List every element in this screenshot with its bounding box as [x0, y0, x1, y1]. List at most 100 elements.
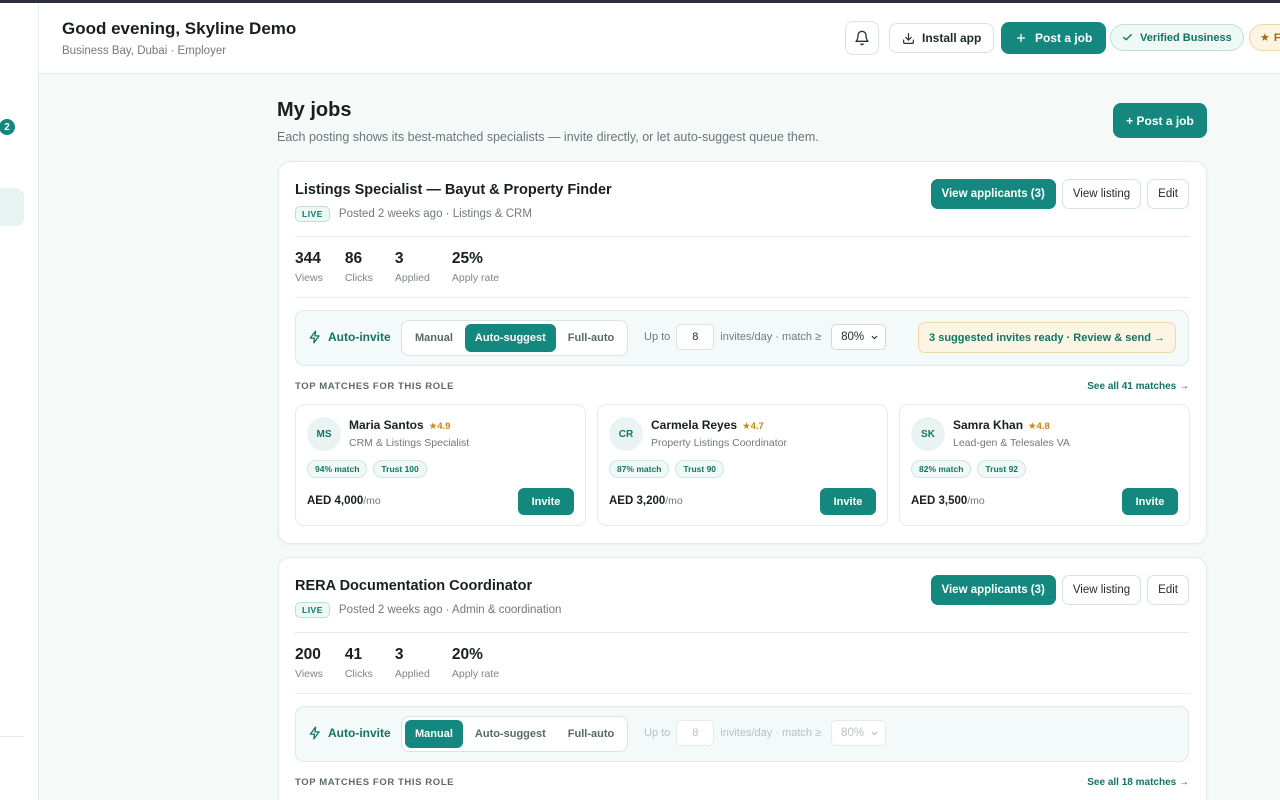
candidate-name[interactable]: Samra Khan — [953, 418, 1023, 432]
install-app-button[interactable]: Install app — [889, 23, 995, 53]
trust-score-badge: Trust 90 — [675, 460, 725, 478]
edit-button[interactable]: Edit — [1147, 575, 1189, 605]
verified-business-label: Verified Business — [1140, 31, 1232, 44]
auto-invite-bar: Auto-invite Manual Auto-suggest Full-aut… — [295, 706, 1189, 762]
suggested-invites-ready-button[interactable]: 3 suggested invites ready · Review & sen… — [918, 322, 1176, 353]
check-icon — [1123, 34, 1132, 41]
divider — [295, 693, 1190, 694]
job-title[interactable]: RERA Documentation Coordinator — [295, 578, 532, 594]
stat-label: Views — [295, 272, 323, 284]
top-matches-heading: TOP MATCHES FOR THIS ROLE — [295, 381, 455, 392]
stat-label: Applied — [394, 272, 430, 284]
view-applicants-button[interactable]: View applicants (3) — [930, 575, 1056, 605]
page-title: My jobs — [277, 99, 352, 121]
featured-label: Fe — [1273, 31, 1280, 44]
match-threshold-select: 80% — [831, 720, 887, 746]
stat-views: 344 Views — [295, 250, 323, 284]
rate-period: /mo — [363, 495, 381, 507]
job-title[interactable]: Listings Specialist — Bayut & Property F… — [295, 182, 612, 198]
verified-business-badge: Verified Business — [1110, 24, 1244, 51]
job-stats: 344 Views 86 Clicks 3 Applied 25% Apply rate — [295, 250, 499, 284]
job-actions: View applicants (3) View listing Edit — [930, 575, 1189, 605]
page-subtitle: Each posting shows its best-matched spec… — [277, 130, 819, 144]
auto-invite-bar: Auto-invite Manual Auto-suggest Full-aut… — [295, 310, 1189, 366]
post-job-header-label: Post a job — [1035, 31, 1093, 45]
view-listing-button[interactable]: View listing — [1061, 179, 1142, 209]
notifications-button[interactable] — [845, 21, 879, 55]
job-posted-info: Posted 2 weeks ago · Listings & CRM — [338, 208, 532, 220]
mode-auto-suggest[interactable]: Auto-suggest — [464, 324, 556, 352]
stat-label: Views — [295, 668, 323, 680]
candidate-name[interactable]: Maria Santos — [349, 418, 424, 432]
stat-applied: 3 Applied — [395, 250, 430, 284]
auto-invite-text: Auto-invite — [328, 330, 391, 344]
download-icon — [903, 32, 914, 44]
avatar: SK — [911, 417, 945, 451]
invite-button[interactable]: Invite — [1122, 488, 1178, 515]
candidate-rate: AED 3,200/mo — [609, 495, 683, 507]
status-badge: LIVE — [295, 602, 330, 618]
trust-score-badge: Trust 92 — [977, 460, 1027, 478]
stat-clicks: 41 Clicks — [345, 646, 373, 680]
post-job-button[interactable]: + Post a job — [1113, 103, 1207, 138]
match-threshold-select[interactable]: 80% — [831, 324, 887, 350]
see-all-matches-link[interactable]: See all 41 matches → — [1087, 381, 1189, 392]
rate-period: /mo — [967, 495, 985, 507]
job-meta: LIVE Posted 2 weeks ago · Admin & coordi… — [295, 602, 561, 618]
candidate-rating: ★4.7 — [742, 421, 764, 432]
match-card[interactable]: MS Maria Santos ★4.9 CRM & Listings Spec… — [295, 404, 586, 526]
stat-applied: 3 Applied — [395, 646, 430, 680]
employer-location: Business Bay, Dubai · Employer — [62, 45, 227, 57]
match-card[interactable]: SK Samra Khan ★4.8 Lead-gen & Telesales … — [899, 404, 1190, 526]
mode-manual[interactable]: Manual — [405, 324, 463, 352]
stat-value: 86 — [344, 250, 363, 267]
avatar: CR — [609, 417, 643, 451]
job-posted-info: Posted 2 weeks ago · Admin & coordinatio… — [338, 604, 562, 616]
trust-score-badge: Trust 100 — [373, 460, 427, 478]
candidate-name[interactable]: Carmela Reyes — [651, 418, 737, 432]
candidate-name-row: Samra Khan ★4.8 — [953, 418, 1050, 432]
sidebar-item-active[interactable] — [0, 188, 24, 226]
sidebar: 2 — [0, 3, 39, 800]
stat-value: 3 — [394, 646, 404, 663]
match-score-badge: 87% match — [609, 460, 670, 478]
per-day-label: invites/day · match ≥ — [720, 331, 822, 343]
stat-value: 20% — [451, 646, 483, 663]
invite-mode-toggle: Manual Auto-suggest Full-auto — [401, 716, 629, 752]
mode-full-auto[interactable]: Full-auto — [558, 720, 624, 748]
stat-value: 200 — [295, 646, 321, 663]
view-applicants-button[interactable]: View applicants (3) — [930, 179, 1056, 209]
candidate-tags: 87% match Trust 90 — [609, 460, 725, 478]
match-threshold-value: 80% — [841, 727, 865, 739]
install-app-label: Install app — [922, 31, 982, 45]
auto-invite-label: Auto-invite — [308, 330, 391, 344]
match-card[interactable]: CR Carmela Reyes ★4.7 Property Listings … — [597, 404, 888, 526]
view-listing-button[interactable]: View listing — [1061, 575, 1142, 605]
daily-invite-limit-input[interactable]: 8 — [676, 324, 715, 350]
lightning-icon — [309, 726, 320, 740]
invite-button[interactable]: Invite — [820, 488, 876, 515]
chevron-down-icon — [871, 335, 878, 339]
edit-button[interactable]: Edit — [1147, 179, 1189, 209]
mode-full-auto[interactable]: Full-auto — [558, 324, 624, 352]
sidebar-notification-badge: 2 — [0, 119, 15, 135]
mode-auto-suggest[interactable]: Auto-suggest — [465, 720, 556, 748]
candidate-role: CRM & Listings Specialist — [349, 437, 470, 449]
invite-limits: Up to 8 invites/day · match ≥ 80% — [644, 720, 887, 746]
stat-value: 25% — [451, 250, 483, 267]
candidate-rate: AED 4,000/mo — [307, 495, 381, 507]
candidate-tags: 82% match Trust 92 — [911, 460, 1027, 478]
stat-label: Apply rate — [451, 668, 500, 680]
post-job-header-button[interactable]: Post a job — [1001, 22, 1107, 54]
mode-manual[interactable]: Manual — [405, 720, 463, 748]
candidate-rate: AED 3,500/mo — [911, 495, 985, 507]
up-to-label: Up to — [644, 727, 671, 739]
job-meta: LIVE Posted 2 weeks ago · Listings & CRM — [295, 206, 532, 222]
candidate-name-row: Maria Santos ★4.9 — [349, 418, 450, 432]
lightning-icon — [309, 330, 320, 344]
top-header: Good evening, Skyline Demo Business Bay,… — [39, 3, 1280, 74]
star-icon: ★ — [1260, 32, 1270, 44]
candidate-role: Lead-gen & Telesales VA — [953, 437, 1070, 449]
invite-button[interactable]: Invite — [518, 488, 574, 515]
see-all-matches-link[interactable]: See all 18 matches → — [1087, 777, 1189, 788]
